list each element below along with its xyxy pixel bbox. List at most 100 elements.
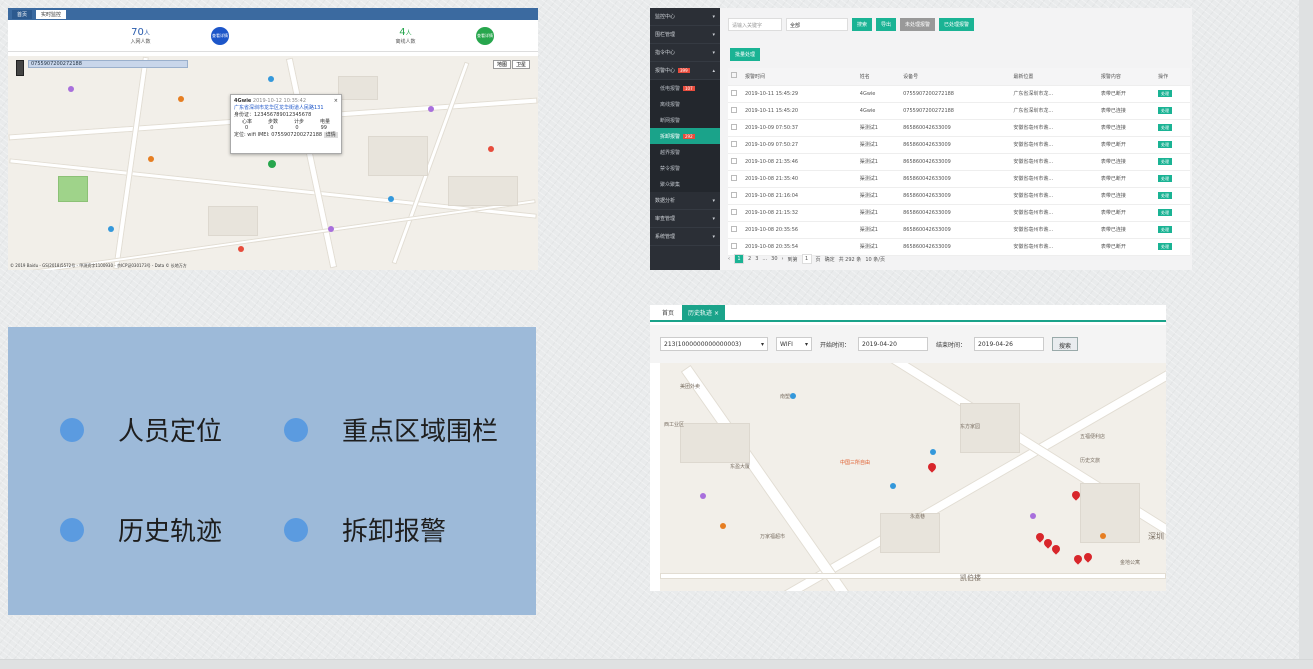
row-checkbox[interactable] (731, 123, 737, 130)
stat-online-label: 入网人数 (130, 38, 151, 45)
track-pin-icon[interactable] (926, 461, 938, 473)
end-date-input[interactable]: 2019-04-26 (974, 337, 1045, 351)
table-cell: 安徽省亳州市谯... (1010, 187, 1098, 205)
col-action: 操作 (1155, 68, 1190, 86)
stat-offline-badge[interactable]: 查看详情 (476, 27, 494, 45)
unhandled-button[interactable]: 未处理报警 (900, 18, 936, 31)
submenu-low-battery[interactable]: 低电报警 107 (650, 80, 720, 96)
row-checkbox[interactable] (731, 225, 737, 232)
stat-online-badge[interactable]: 查看详情 (211, 27, 229, 45)
search-button[interactable]: 搜索 (852, 18, 873, 31)
track-pin-icon[interactable] (1050, 543, 1062, 555)
submenu-ban[interactable]: 禁令报警 (650, 160, 720, 176)
map-label: 永嘉巷 (910, 514, 926, 520)
col-location: 最新位置 (1010, 68, 1098, 86)
feature-list-panel: 人员定位 重点区域围栏 历史轨迹 拆卸报警 (8, 327, 536, 615)
start-date-input[interactable]: 2019-04-20 (858, 337, 929, 351)
stat-offline-unit: 人 (405, 29, 412, 37)
chevron-down-icon: ▾ (712, 197, 715, 204)
row-checkbox[interactable] (731, 106, 737, 113)
bullet-dot-icon (284, 417, 308, 442)
popup-imei: IMEI: 0755907200272188 (257, 132, 323, 138)
close-icon[interactable]: × (714, 310, 719, 317)
zoom-control-icon[interactable] (16, 60, 24, 76)
row-checkbox[interactable] (731, 89, 737, 96)
stats-row: 70人 入网人数 查看详情 4人 离线人数 查看详情 (8, 20, 538, 52)
batch-button[interactable]: 批量处理 (730, 48, 761, 61)
tab-history[interactable]: 历史轨迹 × (682, 305, 725, 320)
submenu-offline[interactable]: 离线报警 (650, 96, 720, 112)
handle-button[interactable]: 处理 (1158, 106, 1173, 114)
page-1[interactable]: 1 (734, 254, 744, 264)
row-checkbox[interactable] (731, 208, 737, 215)
map-footer: © 2019 Baidu - GS(2018)5572号 - 甲测资字11009… (10, 263, 187, 268)
handled-button[interactable]: 已处理报警 (939, 18, 975, 31)
handle-button[interactable]: 处理 (1158, 225, 1173, 233)
menu-review[interactable]: 审查管理 ▾ (650, 210, 720, 228)
handle-button[interactable]: 处理 (1158, 157, 1173, 165)
table-cell: 2019-10-08 20:35:56 (742, 221, 857, 239)
history-map[interactable]: 美团外卖 南塑通 西工业区 中国三所自由 东盈大厦 万家福超市 历史文旅 深圳 … (660, 363, 1166, 591)
popup-more-button[interactable]: 详情 (323, 132, 338, 138)
menu-monitor[interactable]: 监控中心 ▾ (650, 8, 720, 26)
select-all-checkbox[interactable] (731, 72, 737, 79)
map-type-map[interactable]: 地图 (492, 60, 511, 69)
export-button[interactable]: 导出 (876, 18, 897, 31)
row-checkbox[interactable] (731, 191, 737, 198)
tab-home[interactable]: 首页 (656, 305, 680, 320)
tab-home[interactable]: 首页 (12, 9, 33, 19)
next-icon[interactable]: › (782, 256, 784, 262)
menu-analysis[interactable]: 数据分析 ▾ (650, 192, 720, 210)
menu-system[interactable]: 系统管理 ▾ (650, 228, 720, 246)
mode-select[interactable]: WIFI ▾ (776, 337, 812, 351)
history-track-screenshot: 首页 历史轨迹 × 213(1000000000000003) ▾ WIFI ▾ 开… (650, 305, 1166, 591)
page-2[interactable]: 2 (748, 256, 751, 262)
page-30[interactable]: 30 (771, 256, 777, 262)
menu-alarm[interactable]: 报警中心 399 ▴ (650, 62, 720, 80)
handle-button[interactable]: 处理 (1158, 174, 1173, 182)
toolbar: 请输入关键字 全部 搜索 导出 未处理报警 已处理报警 (728, 18, 975, 31)
handle-button[interactable]: 处理 (1158, 191, 1173, 199)
prev-icon[interactable]: ‹ (728, 256, 730, 262)
row-checkbox[interactable] (731, 157, 737, 164)
track-pin-icon[interactable] (1072, 553, 1084, 565)
table-row: 2019-10-09 07:50:27 渠测试1 865860042633009 安徽… (728, 136, 1190, 154)
map-type-satellite[interactable]: 卫星 (511, 60, 530, 69)
pagination: ‹ 1 2 3 ... 30 › 到第 1 页 确定 共 292 条 10 条/… (728, 254, 885, 264)
per-page-select[interactable]: 10 条/页 (865, 256, 885, 263)
popup-address: 广东省深圳市龙华区龙华街道人民路131 (234, 105, 324, 111)
type-select[interactable]: 全部 (786, 18, 848, 31)
device-select[interactable]: 213(1000000000000003) ▾ (660, 337, 768, 351)
confirm-button[interactable]: 确定 (825, 256, 835, 263)
handle-button[interactable]: 处理 (1158, 140, 1173, 148)
bullet-dot-icon (60, 417, 84, 442)
feature-label: 人员定位 (118, 417, 223, 447)
device-marker-icon[interactable] (268, 160, 276, 168)
search-button[interactable]: 搜索 (1052, 337, 1079, 351)
row-checkbox[interactable] (731, 140, 737, 147)
track-pin-icon[interactable] (1082, 551, 1094, 563)
handle-button[interactable]: 处理 (1158, 123, 1173, 131)
row-checkbox[interactable] (731, 242, 737, 249)
chevron-down-icon: ▾ (712, 31, 715, 38)
chevron-down-icon: ▾ (760, 340, 764, 348)
table-cell: 2019-10-08 21:35:46 (742, 153, 857, 171)
realtime-map[interactable]: 0755907200272188 地图 卫星 4Gwie 2019-10-12 … (8, 56, 538, 270)
submenu-tamper[interactable]: 拆卸报警 292 (650, 128, 720, 144)
submenu-gathering[interactable]: 聚众聚集 (650, 176, 720, 192)
row-checkbox[interactable] (731, 174, 737, 181)
page-input[interactable]: 1 (801, 254, 812, 264)
menu-command[interactable]: 指令中心 ▾ (650, 44, 720, 62)
page-3[interactable]: 3 (755, 256, 758, 262)
menu-fence[interactable]: 围栏管理 ▾ (650, 26, 720, 44)
tab-realtime[interactable]: 实时监控 (36, 9, 67, 19)
submenu-boundary[interactable]: 越界报警 (650, 144, 720, 160)
table-cell: 4Gwie (856, 85, 901, 103)
search-input[interactable]: 请输入关键字 (728, 18, 782, 31)
close-icon[interactable]: × (334, 98, 338, 104)
submenu-disconnect[interactable]: 断网报警 (650, 112, 720, 128)
handle-button[interactable]: 处理 (1158, 89, 1173, 97)
handle-button[interactable]: 处理 (1158, 242, 1173, 250)
table-cell: 广东省深圳市龙... (1010, 102, 1098, 120)
handle-button[interactable]: 处理 (1158, 208, 1173, 216)
